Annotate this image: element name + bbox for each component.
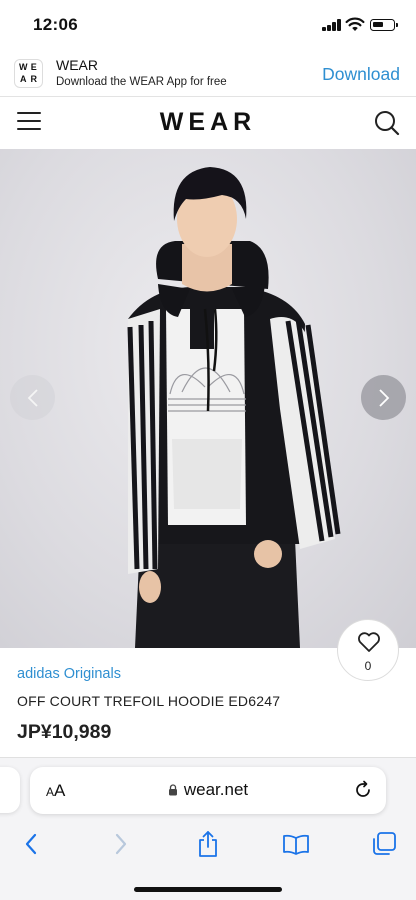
- product-price: JP¥10,989: [17, 721, 112, 743]
- app-banner: W E A R WEAR Download the WEAR App for f…: [0, 50, 416, 97]
- favorite-button[interactable]: 0: [337, 619, 399, 681]
- battery-icon: [370, 19, 398, 31]
- next-image-button[interactable]: [361, 375, 406, 420]
- product-image[interactable]: [0, 149, 416, 648]
- forward-button[interactable]: [101, 824, 141, 864]
- status-time: 12:06: [33, 15, 78, 34]
- share-icon: [199, 831, 217, 857]
- app-banner-title: WEAR: [56, 57, 98, 73]
- url-display[interactable]: wear.net: [30, 780, 386, 800]
- wifi-icon: [345, 17, 365, 31]
- reload-icon[interactable]: [353, 780, 373, 800]
- search-icon[interactable]: [374, 110, 400, 136]
- app-logo[interactable]: W E A R: [14, 59, 43, 88]
- browser-toolbar: [0, 824, 416, 864]
- back-icon: [25, 833, 37, 855]
- site-header: WEAR: [0, 97, 416, 149]
- back-button[interactable]: [11, 824, 51, 864]
- previous-tab-peek[interactable]: [0, 767, 20, 813]
- bookmarks-icon: [283, 834, 309, 855]
- address-bar[interactable]: AA wear.net: [30, 767, 386, 814]
- url-text: wear.net: [183, 780, 249, 799]
- share-button[interactable]: [188, 824, 228, 864]
- browser-bottom-bar: AA wear.net: [0, 757, 416, 900]
- home-indicator: [134, 887, 282, 892]
- prev-image-button[interactable]: [10, 375, 55, 420]
- cellular-signal-icon: [322, 19, 342, 31]
- heart-icon: [358, 632, 380, 652]
- product-name: OFF COURT TREFOIL HOODIE ED6247: [17, 693, 281, 709]
- status-bar: 12:06: [0, 0, 416, 50]
- chevron-right-icon: [378, 388, 389, 407]
- chevron-left-icon: [27, 388, 38, 407]
- tabs-icon: [373, 832, 396, 855]
- download-button[interactable]: Download: [322, 64, 400, 85]
- bookmarks-button[interactable]: [276, 824, 316, 864]
- model-wearing-hoodie-photo: [127, 167, 341, 648]
- forward-icon: [115, 833, 127, 855]
- site-logo[interactable]: WEAR: [0, 108, 416, 137]
- tabs-button[interactable]: [364, 824, 404, 864]
- app-banner-subtitle: Download the WEAR App for free: [56, 76, 227, 88]
- lock-icon: [168, 784, 177, 796]
- brand-link[interactable]: adidas Originals: [17, 666, 121, 682]
- favorite-count: 0: [364, 659, 372, 673]
